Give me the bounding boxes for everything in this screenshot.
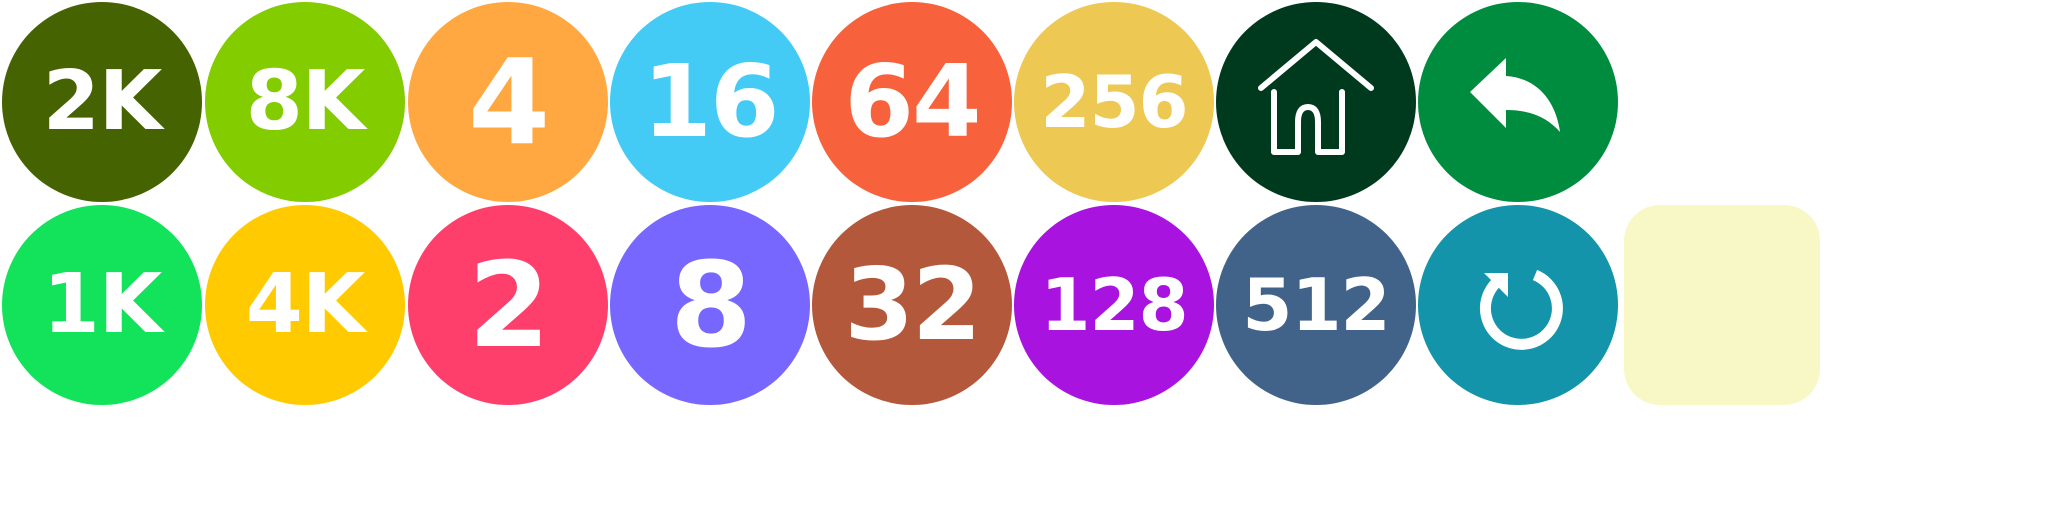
tile-2: 2	[408, 205, 608, 405]
tile-128: 128	[1014, 205, 1214, 405]
tile-64: 64	[812, 2, 1012, 202]
tile-4k-label: 4K	[245, 257, 366, 352]
tile-8k-label: 8K	[245, 54, 366, 149]
undo-icon	[1470, 58, 1560, 132]
tile-2k-label: 2K	[42, 54, 163, 149]
tile-512: 512	[1216, 205, 1416, 405]
undo-button[interactable]	[1418, 2, 1618, 202]
tile-2-label: 2	[467, 236, 550, 374]
tile-4k: 4K	[205, 205, 405, 405]
tile-256-label: 256	[1040, 60, 1188, 144]
home-icon	[1258, 39, 1374, 155]
tile-1k-label: 1K	[42, 257, 163, 352]
tile-32: 32	[812, 205, 1012, 405]
tile-8k: 8K	[205, 2, 405, 202]
home-button[interactable]	[1216, 2, 1416, 202]
tile-256: 256	[1014, 2, 1214, 202]
tile-1k: 1K	[2, 205, 202, 405]
tile-4: 4	[408, 2, 608, 202]
restart-icon	[1479, 269, 1563, 350]
tile-128-label: 128	[1040, 263, 1188, 347]
tile-8-label: 8	[669, 236, 752, 374]
blank-tile	[1624, 205, 1820, 405]
tile-16-label: 16	[642, 43, 779, 160]
tile-2k: 2K	[2, 2, 202, 202]
tile-16: 16	[610, 2, 810, 202]
tile-512-label: 512	[1242, 263, 1390, 347]
restart-button[interactable]	[1418, 205, 1618, 405]
tile-64-label: 64	[844, 43, 981, 160]
tile-8: 8	[610, 205, 810, 405]
tile-32-label: 32	[844, 246, 981, 363]
tile-4-label: 4	[467, 33, 550, 171]
